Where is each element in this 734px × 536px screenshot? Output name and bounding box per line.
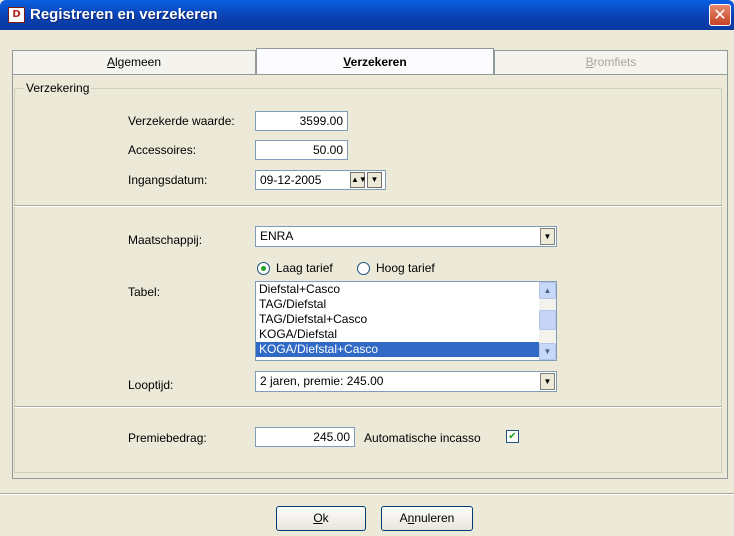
ingangsdatum-label: Ingangsdatum: (128, 173, 208, 187)
chevron-down-icon[interactable]: ▼ (540, 373, 555, 390)
verzekerde-waarde-input[interactable]: 3599.00 (255, 111, 348, 131)
footer-divider (0, 493, 734, 495)
spin-updown-icon: ▲▼ (351, 175, 367, 184)
verzekerde-waarde-label: Verzekerde waarde: (128, 114, 235, 128)
list-item[interactable]: Diefstal+Casco (256, 282, 556, 297)
date-spinner[interactable]: ▲▼ (350, 172, 367, 188)
tabel-listbox[interactable]: Diefstal+Casco TAG/Diefstal TAG/Diefstal… (255, 281, 557, 361)
checkmark-icon: ✔ (508, 431, 517, 442)
section-divider-1 (14, 205, 722, 207)
ingangsdatum-value: 09-12-2005 (260, 173, 322, 187)
group-label: Verzekering (24, 81, 92, 95)
tab-verzekeren[interactable]: Verzekeren (256, 48, 494, 74)
premiebedrag-input[interactable]: 245.00 (255, 427, 355, 447)
list-item[interactable]: TAG/Diefstal (256, 297, 556, 312)
tab-strip: Algemeen Bromfiets Verzekeren (12, 48, 728, 74)
listbox-scrollbar[interactable]: ▲ ▼ (539, 282, 556, 360)
chevron-up-icon: ▲ (543, 286, 552, 295)
laag-tarief-label[interactable]: Laag tarief (276, 261, 333, 275)
looptijd-value: 2 jaren, premie: 245.00 (260, 374, 384, 388)
title-bar[interactable]: D Registreren en verzekeren ✕ (0, 0, 734, 30)
tab-bromfiets: Bromfiets (494, 50, 728, 74)
hoog-tarief-label[interactable]: Hoog tarief (376, 261, 435, 275)
ok-button[interactable]: Ok (276, 506, 366, 531)
scroll-up-button[interactable]: ▲ (539, 282, 556, 299)
app-icon: D (8, 7, 25, 23)
chevron-down-icon: ▼ (543, 347, 552, 356)
tab-algemeen[interactable]: Algemeen (12, 50, 256, 74)
looptijd-label: Looptijd: (128, 378, 174, 392)
tabel-label: Tabel: (128, 285, 161, 299)
scroll-thumb[interactable] (539, 310, 556, 330)
accessoires-label: Accessoires: (128, 143, 197, 157)
incasso-checkbox[interactable]: ✔ (506, 430, 519, 443)
list-item-selected[interactable]: KOGA/Diefstal+Casco (256, 342, 556, 357)
calendar-dropdown-icon: ▼ (370, 175, 379, 184)
maatschappij-label: Maatschappij: (128, 233, 203, 247)
annuleren-button[interactable]: Annuleren (381, 506, 473, 531)
window-title: Registreren en verzekeren (30, 6, 218, 23)
scroll-down-button[interactable]: ▼ (539, 343, 556, 360)
dialog-window: D Registreren en verzekeren ✕ Algemeen B… (0, 0, 734, 536)
incasso-label[interactable]: Automatische incasso (364, 431, 481, 445)
section-divider-2 (14, 406, 722, 408)
maatschappij-select[interactable]: ENRA ▼ (255, 226, 557, 247)
premiebedrag-label: Premiebedrag: (128, 431, 207, 445)
accessoires-input[interactable]: 50.00 (255, 140, 348, 160)
looptijd-select[interactable]: 2 jaren, premie: 245.00 ▼ (255, 371, 557, 392)
close-button[interactable]: ✕ (709, 4, 731, 26)
radio-hoog-tarief[interactable] (357, 262, 370, 275)
date-dropdown-button[interactable]: ▼ (367, 172, 382, 188)
close-icon: ✕ (713, 5, 727, 24)
maatschappij-value: ENRA (260, 229, 294, 243)
list-item[interactable]: TAG/Diefstal+Casco (256, 312, 556, 327)
chevron-down-icon[interactable]: ▼ (540, 228, 555, 245)
list-item[interactable]: KOGA/Diefstal (256, 327, 556, 342)
radio-laag-tarief[interactable] (257, 262, 270, 275)
